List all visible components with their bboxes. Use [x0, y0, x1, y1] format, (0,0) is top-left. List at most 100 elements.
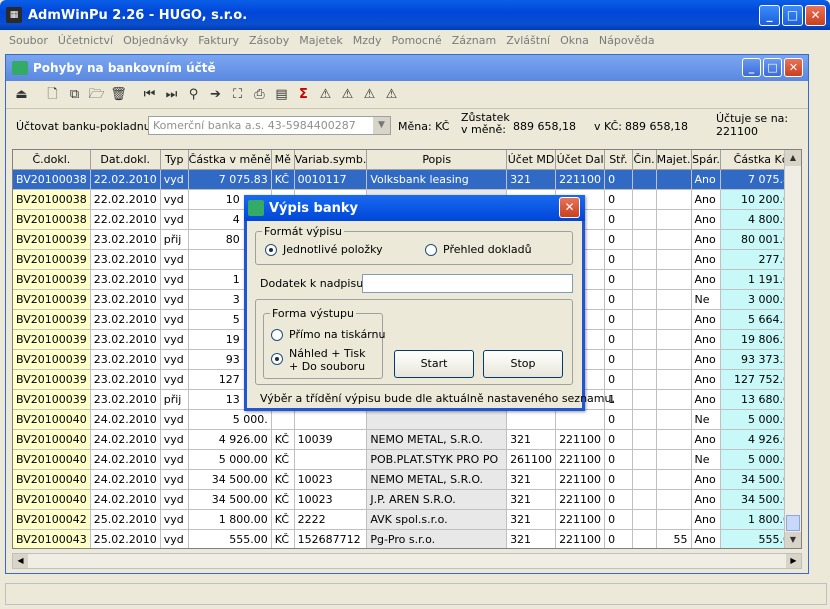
- table-row[interactable]: BV20100040 24.02.2010 vyd 34 500.00 KČ 10023 N…: [13, 469, 801, 490]
- table-cell: Ano: [691, 269, 722, 290]
- menu-item-3[interactable]: Faktury: [193, 34, 244, 47]
- table-cell: Volksbank leasing: [366, 169, 508, 190]
- account-select[interactable]: Komerční banka a.s. 43-5984400287 ▼: [148, 116, 391, 135]
- menu-item-10[interactable]: Okna: [555, 34, 594, 47]
- column-header[interactable]: Majet.: [656, 150, 692, 170]
- menu-item-5[interactable]: Majetek: [294, 34, 348, 47]
- scroll-down-icon[interactable]: ▼: [785, 532, 801, 548]
- copy-icon[interactable]: ⧉: [65, 85, 84, 104]
- addon-label: Dodatek k nadpisu:: [260, 277, 367, 290]
- dialog-note: Výběr a třídění výpisu bude dle aktuálně…: [260, 392, 615, 405]
- table-cell: 0010117: [294, 169, 368, 190]
- new-document-icon[interactable]: 🗋: [43, 85, 62, 104]
- column-header[interactable]: Čin.: [632, 150, 657, 170]
- table-cell: POB.PLAT.STYK PRO PO: [366, 449, 508, 470]
- sort-icon-4[interactable]: ⚠: [382, 85, 401, 104]
- table-row[interactable]: BV20100043 25.02.2010 vyd 555.00 KČ 152687712…: [13, 529, 801, 548]
- export-icon[interactable]: ▤: [272, 85, 291, 104]
- scroll-up-icon[interactable]: ▲: [785, 150, 801, 166]
- first-record-icon[interactable]: ⏮: [140, 85, 159, 104]
- scroll-left-icon[interactable]: ◀: [13, 554, 28, 568]
- table-cell: 24.02.2010: [90, 489, 161, 510]
- child-minimize-button[interactable]: _: [742, 58, 761, 77]
- menu-item-7[interactable]: Pomocné: [387, 34, 447, 47]
- output-legend: Forma výstupu: [272, 307, 354, 320]
- sort-icon-1[interactable]: ⚠: [316, 85, 335, 104]
- column-header[interactable]: Typ: [160, 150, 189, 170]
- table-cell: vyd: [160, 409, 189, 430]
- close-button[interactable]: ✕: [805, 5, 826, 26]
- column-header[interactable]: Popis: [366, 150, 508, 170]
- table-cell: Ano: [691, 329, 722, 350]
- table-cell: J.P. AREN S.R.O.: [366, 489, 508, 510]
- column-header[interactable]: Stř.: [604, 150, 633, 170]
- dialog-close-button[interactable]: ✕: [559, 197, 580, 218]
- vertical-scrollbar[interactable]: ▲ ▼: [784, 150, 801, 548]
- menu-item-0[interactable]: Soubor: [4, 34, 53, 47]
- menu-item-11[interactable]: Nápověda: [594, 34, 660, 47]
- scroll-thumb[interactable]: [786, 515, 800, 531]
- column-header[interactable]: Dat.dokl.: [90, 150, 161, 170]
- sort-icon-3[interactable]: ⚠: [360, 85, 379, 104]
- maximize-button[interactable]: □: [782, 5, 803, 26]
- radio-items[interactable]: Jednotlivé položky: [265, 243, 383, 256]
- column-header[interactable]: Účet MD: [506, 150, 557, 170]
- scroll-right-icon[interactable]: ▶: [786, 554, 801, 568]
- column-header[interactable]: Mě: [271, 150, 295, 170]
- radio-overview[interactable]: Přehled dokladů: [425, 243, 532, 256]
- filter-icon[interactable]: ⛶: [228, 85, 247, 104]
- table-cell: 4 926.00: [188, 429, 272, 450]
- table-cell: KČ: [271, 429, 295, 450]
- horizontal-scrollbar[interactable]: ◀ ▶: [12, 553, 802, 569]
- addon-input[interactable]: [362, 274, 573, 293]
- menu-bar: Soubor Účetnictví Objednávky Faktury Zásoby M…: [0, 30, 830, 50]
- table-cell: vyd: [160, 529, 189, 548]
- table-row[interactable]: BV20100040 24.02.2010 vyd 4 926.00 KČ 10039 NE…: [13, 429, 801, 450]
- table-cell: NEMO METAL, S.R.O.: [366, 429, 508, 450]
- search-icon[interactable]: ⚲: [184, 85, 203, 104]
- table-cell: 0: [604, 249, 633, 270]
- delete-icon[interactable]: 🗑: [109, 85, 128, 104]
- table-cell: 23.02.2010: [90, 269, 161, 290]
- stop-button[interactable]: Stop: [483, 350, 563, 378]
- table-cell: [656, 369, 692, 390]
- menu-item-1[interactable]: Účetnictví: [53, 34, 118, 47]
- menu-item-9[interactable]: Zvláštní: [501, 34, 555, 47]
- table-cell: 2222: [294, 509, 368, 530]
- radio-preview[interactable]: Náhled + Tisk + Do souboru: [271, 347, 366, 373]
- minimize-button[interactable]: _: [759, 5, 780, 26]
- table-row[interactable]: BV20100040 24.02.2010 vyd 5 000. 0 Ne 5 000.00: [13, 409, 801, 430]
- start-button[interactable]: Start: [394, 350, 474, 378]
- table-row[interactable]: BV20100038 22.02.2010 vyd 7 075.83 KČ 0010117…: [13, 169, 801, 190]
- column-header[interactable]: Účet Dal: [555, 150, 606, 170]
- table-cell: BV20100043: [13, 529, 91, 548]
- table-cell: BV20100039: [13, 329, 91, 350]
- child-close-button[interactable]: ✕: [784, 58, 803, 77]
- menu-item-8[interactable]: Záznam: [447, 34, 501, 47]
- menu-item-4[interactable]: Zásoby: [244, 34, 294, 47]
- table-row[interactable]: BV20100042 25.02.2010 vyd 1 800.00 KČ 2222 AVK…: [13, 509, 801, 530]
- print-icon[interactable]: ⎙: [250, 85, 269, 104]
- column-header[interactable]: Variab.symb.: [294, 150, 368, 170]
- table-cell: 321: [506, 509, 557, 530]
- child-maximize-button[interactable]: □: [763, 58, 782, 77]
- column-header[interactable]: Částka v měně: [188, 150, 272, 170]
- table-row[interactable]: BV20100040 24.02.2010 vyd 5 000.00 KČ POB.PLA…: [13, 449, 801, 470]
- table-cell: 321: [506, 489, 557, 510]
- menu-item-2[interactable]: Objednávky: [118, 34, 193, 47]
- exit-icon[interactable]: ⏏: [12, 85, 31, 104]
- column-header[interactable]: Spár.: [691, 150, 722, 170]
- menu-item-6[interactable]: Mzdy: [348, 34, 387, 47]
- open-icon[interactable]: 🗁: [87, 85, 106, 104]
- table-cell: [632, 249, 657, 270]
- chevron-down-icon[interactable]: ▼: [373, 117, 390, 134]
- column-header[interactable]: Č.dokl.: [13, 150, 91, 170]
- last-record-icon[interactable]: ⏭: [162, 85, 181, 104]
- sum-icon[interactable]: Σ: [294, 85, 313, 104]
- sort-icon-2[interactable]: ⚠: [338, 85, 357, 104]
- go-icon[interactable]: ➔: [206, 85, 225, 104]
- table-cell: [656, 329, 692, 350]
- radio-print[interactable]: Přímo na tiskárnu: [271, 328, 385, 341]
- table-row[interactable]: BV20100040 24.02.2010 vyd 34 500.00 KČ 10023 J…: [13, 489, 801, 510]
- account-select-value: Komerční banka a.s. 43-5984400287: [153, 119, 356, 132]
